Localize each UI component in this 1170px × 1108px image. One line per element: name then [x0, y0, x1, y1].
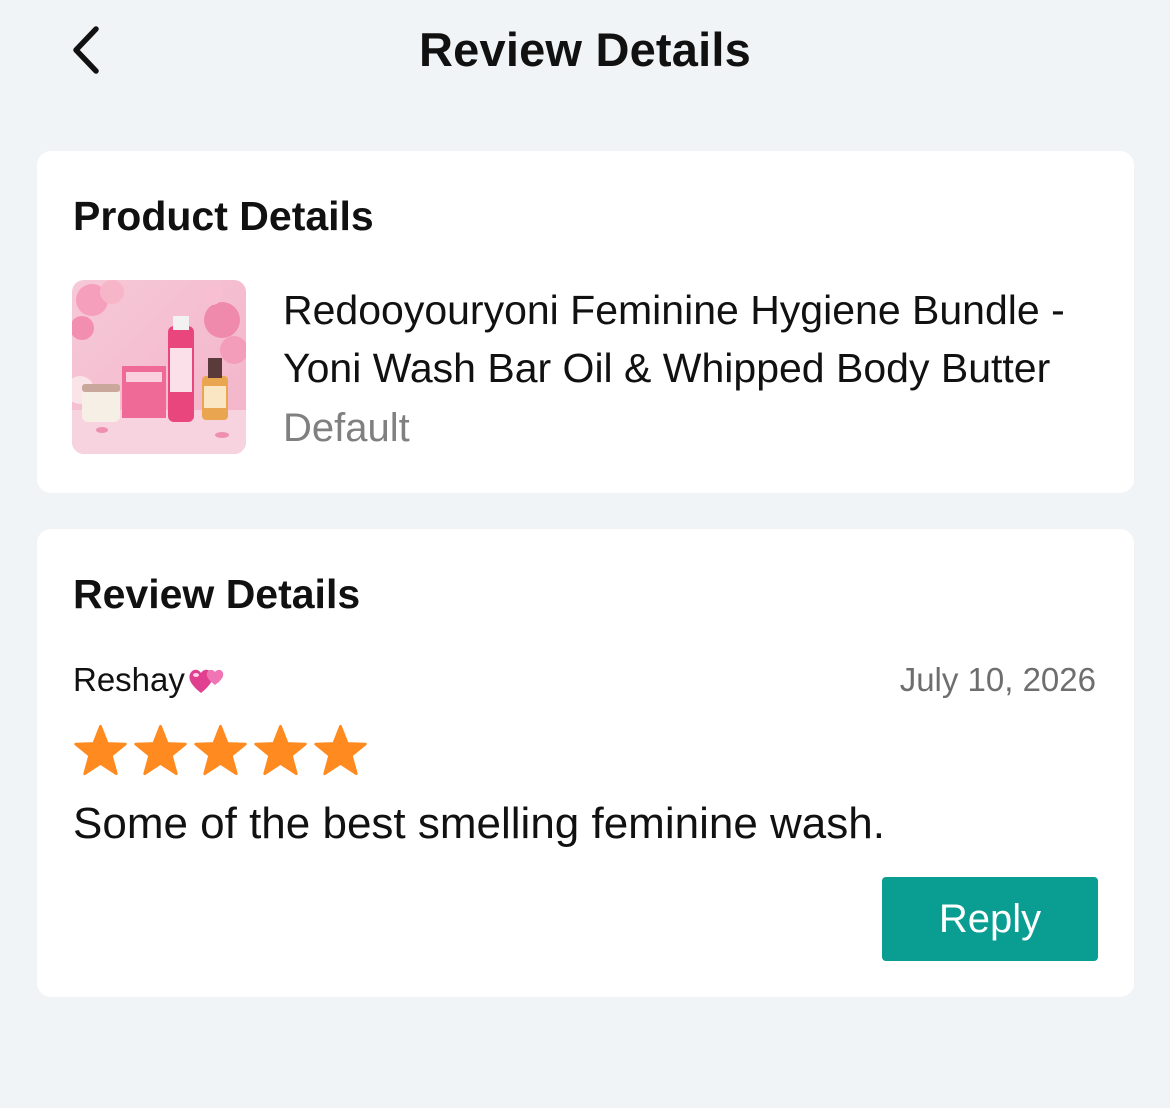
reviewer: Reshay — [73, 661, 227, 699]
star-icon — [134, 724, 187, 776]
review-section-title: Review Details — [73, 571, 361, 617]
page-title: Review Details — [419, 23, 751, 76]
product-thumbnail[interactable] — [72, 280, 246, 454]
reviewer-name: Reshay — [73, 661, 185, 698]
star-icon — [314, 724, 367, 776]
star-icon — [194, 724, 247, 776]
review-date: July 10, 2026 — [899, 661, 1096, 698]
product-details-card: Product Details Redooyouryoni Feminine H… — [37, 151, 1134, 493]
product-section-title: Product Details — [73, 193, 374, 239]
product-image — [72, 280, 246, 454]
star-rating — [73, 724, 368, 776]
two-hearts-icon — [187, 663, 227, 697]
star-icon — [254, 724, 307, 776]
star-icon — [74, 724, 127, 776]
reply-button[interactable]: Reply — [882, 877, 1098, 961]
review-text: Some of the best smelling feminine wash. — [73, 799, 885, 848]
product-variant: Default — [283, 406, 410, 450]
product-name[interactable]: Redooyouryoni Feminine Hygiene Bundle - … — [283, 281, 1098, 397]
review-details-card: Review Details Reshay July 10, 2026 Some… — [37, 529, 1134, 997]
top-bar: Review Details — [0, 0, 1170, 100]
